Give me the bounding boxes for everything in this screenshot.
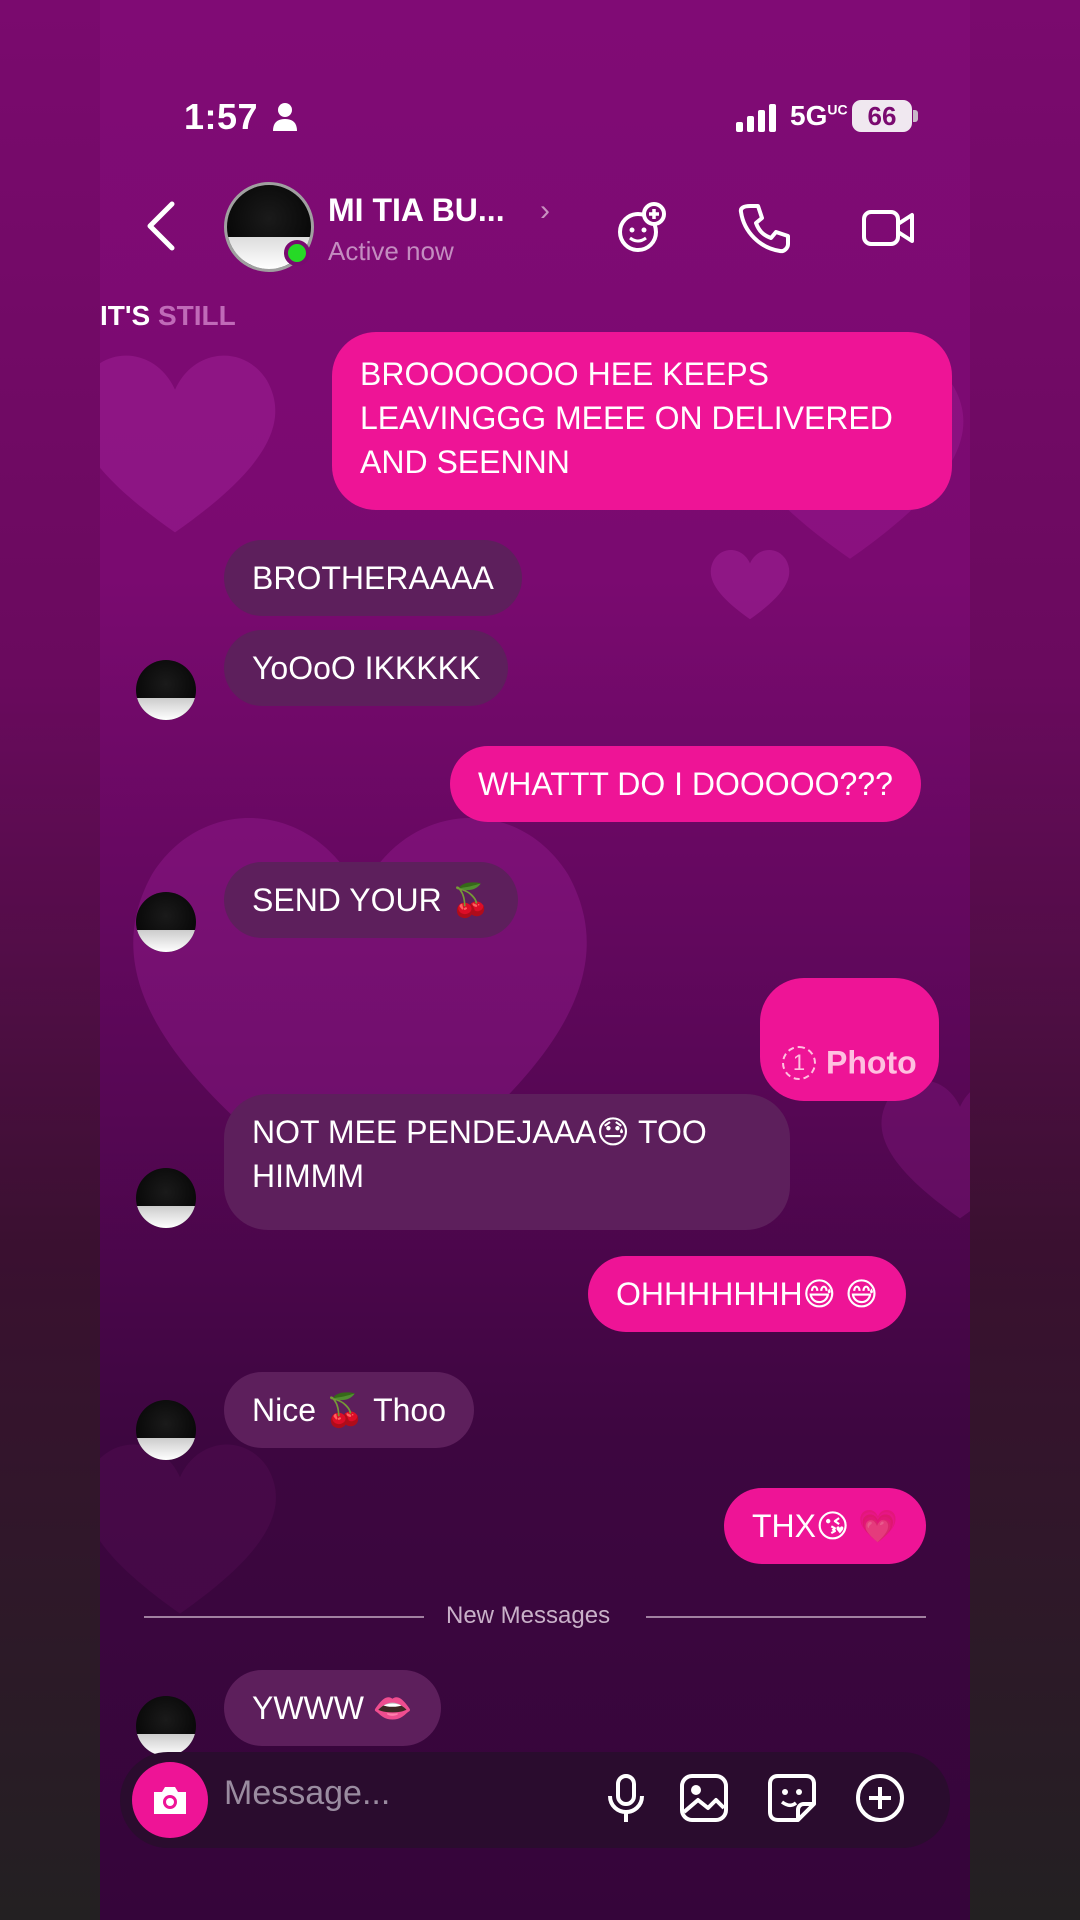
theme-banner-text: IT'S STILL xyxy=(100,300,236,331)
photo-count-icon: 1 xyxy=(782,1045,816,1080)
sender-avatar[interactable] xyxy=(136,660,196,720)
battery-indicator: 66 xyxy=(852,100,912,132)
video-camera-icon xyxy=(862,210,914,246)
back-button[interactable] xyxy=(142,198,182,254)
sticker-button[interactable] xyxy=(764,1770,820,1826)
message-received[interactable]: SEND YOUR 🍒 xyxy=(224,862,519,938)
message-sent[interactable]: BROOOOOOO HEE KEEPS LEAVINGGG MEEE ON DE… xyxy=(332,332,952,510)
cell-signal-icon xyxy=(736,104,776,132)
microphone-icon xyxy=(608,1774,644,1822)
add-people-button[interactable] xyxy=(614,200,670,256)
chat-screen: 1:57 5GUC 66 MI TIA BU... › Active now I… xyxy=(100,0,970,1920)
more-options-button[interactable] xyxy=(852,1770,908,1826)
camera-icon xyxy=(154,1787,186,1814)
divider-line xyxy=(144,1616,424,1618)
voice-call-button[interactable] xyxy=(736,200,792,256)
active-status: Active now xyxy=(328,236,454,266)
video-call-button[interactable] xyxy=(860,200,916,256)
gallery-button[interactable] xyxy=(676,1770,732,1826)
status-time: 1:57 xyxy=(184,96,259,137)
chevron-right-icon[interactable]: › xyxy=(540,194,550,228)
person-icon xyxy=(273,103,297,131)
message-received[interactable]: Nice 🍒 Thoo xyxy=(224,1372,474,1448)
sticker-icon xyxy=(768,1774,816,1822)
sender-avatar[interactable] xyxy=(136,892,196,952)
sender-avatar[interactable] xyxy=(136,1696,196,1756)
message-sent[interactable]: OHHHHHHH😅 😅 xyxy=(588,1256,907,1332)
network-indicator: 5GUC xyxy=(790,100,848,131)
photo-message[interactable]: 1 Photo xyxy=(760,978,939,1101)
new-messages-divider: New Messages xyxy=(446,1602,611,1629)
microphone-button[interactable] xyxy=(598,1770,654,1826)
heart-decoration xyxy=(700,540,800,630)
add-people-icon xyxy=(618,202,666,252)
contact-name[interactable]: MI TIA BU... xyxy=(328,192,505,229)
message-received[interactable]: NOT MEE PENDEJAAA😓 TOO HIMMM xyxy=(224,1094,790,1230)
sender-avatar[interactable] xyxy=(136,1168,196,1228)
message-sent[interactable]: THX😘 💗 xyxy=(724,1488,927,1564)
photo-label: Photo xyxy=(826,1044,917,1081)
heart-decoration xyxy=(100,330,290,560)
message-input[interactable] xyxy=(224,1774,564,1813)
message-received[interactable]: YoOoO IKKKKK xyxy=(224,630,509,706)
plus-circle-icon xyxy=(856,1774,904,1822)
message-received[interactable]: YWWW 👄 xyxy=(224,1670,441,1746)
battery-tip xyxy=(913,110,918,122)
divider-line xyxy=(646,1616,926,1618)
camera-button[interactable] xyxy=(132,1762,208,1838)
sender-avatar[interactable] xyxy=(136,1400,196,1460)
online-indicator xyxy=(284,240,310,266)
message-received[interactable]: BROTHERAAAA xyxy=(224,540,522,616)
phone-icon xyxy=(738,204,790,254)
image-icon xyxy=(680,1774,728,1822)
message-sent[interactable]: WHATTT DO I DOOOOO??? xyxy=(450,746,921,822)
